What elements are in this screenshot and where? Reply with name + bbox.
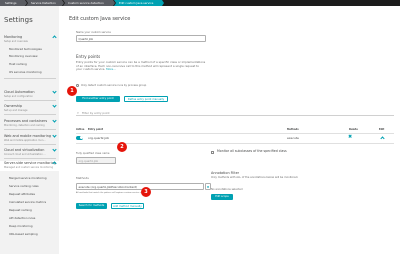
- sidebar-group-sub: Connect cloud and virtualization ...: [4, 152, 46, 156]
- sidebar-item-merged-service[interactable]: Merged service monitoring: [9, 176, 47, 180]
- sidebar-item-api-detection[interactable]: API detection rules: [9, 216, 35, 220]
- find-entry-point-button[interactable]: Find another entry point: [76, 96, 120, 102]
- sidebar-group-sub: Managed and custom service monitoring: [4, 165, 53, 169]
- sidebar-group-sub: Setup and overview: [4, 39, 28, 43]
- service-name-input[interactable]: Quartz Job: [76, 35, 206, 42]
- methods-label: Methods: [76, 176, 89, 180]
- col-methods: Methods: [287, 128, 299, 131]
- active-toggle[interactable]: [76, 136, 83, 140]
- annotation-filter-description: Only methods with ALL of the annotations…: [211, 176, 299, 179]
- row-methods: execute: [287, 136, 299, 140]
- page-title: Edit custom Java service: [69, 16, 131, 22]
- sidebar-item-host-naming[interactable]: Host naming: [9, 62, 27, 66]
- sidebar-group-label: Web and mobile monitoring: [4, 134, 52, 138]
- entry-points-description: Entry points for your custom service can…: [76, 60, 276, 72]
- sidebar-group-ownership[interactable]: Ownership Set up and manage: [4, 103, 57, 112]
- sidebar-group-sub: Monitoring, detection and naming: [4, 123, 45, 127]
- define-entry-point-button[interactable]: Define entry point manually: [124, 96, 168, 102]
- sidebar-item-calculated-metrics[interactable]: Calculated service metrics: [9, 200, 46, 204]
- sidebar-item-url-sampling[interactable]: URL-based sampling: [9, 232, 38, 236]
- process-group-label: Only detect custom service runs by proce…: [81, 84, 147, 87]
- filter-placeholder: Filter by entry point: [82, 111, 110, 115]
- fq-class-label: Fully qualified class name: [76, 152, 110, 155]
- sidebar-item-os-services[interactable]: OS services monitoring: [9, 70, 42, 74]
- sidebar-group-web-mobile[interactable]: Web and mobile monitoring Web and mobile…: [4, 133, 57, 142]
- col-active: Active: [76, 128, 85, 131]
- sidebar-item-request-attributes[interactable]: Request attributes: [9, 192, 35, 196]
- chevron-up-icon[interactable]: [380, 136, 385, 141]
- col-edit: Edit: [379, 128, 385, 131]
- entry-desc-text: your custom service.: [76, 67, 106, 72]
- sidebar-group-label: Monitoring: [4, 35, 23, 39]
- sidebar-item-request-naming[interactable]: Request naming: [9, 208, 32, 212]
- sidebar-item-monitored-technologies[interactable]: Monitored technologies: [9, 47, 42, 51]
- sidebar-group-monitoring[interactable]: Monitoring Setup and overview: [4, 35, 57, 43]
- sidebar-item-service-naming[interactable]: Service naming rules: [9, 184, 39, 188]
- sidebar-group-server-side[interactable]: Server-side service monitoring Managed a…: [0, 161, 59, 171]
- settings-sidebar: Settings Monitoring Setup and overview M…: [0, 6, 59, 254]
- sidebar-item-deep-monitoring[interactable]: Deep monitoring: [9, 224, 33, 228]
- service-name-label: Name your custom service: [76, 31, 111, 34]
- sidebar-group-label: Server-side service monitoring: [4, 161, 56, 165]
- method-note: All methods that match the pattern will …: [76, 192, 146, 194]
- sidebar-group-label: Cloud and virtualization: [4, 148, 45, 152]
- annotation-filter-title: Annotation Filter: [211, 171, 240, 175]
- search-methods-button[interactable]: Search for methods: [76, 203, 107, 209]
- fq-class-input[interactable]: org.quartz.Job: [76, 157, 116, 164]
- row-entry-point: org.quartz.Job: [88, 136, 110, 140]
- method-input[interactable]: execute (org.quartz.JobExecutionContext): [76, 183, 204, 190]
- sidebar-group-processes[interactable]: Processes and containers Monitoring, det…: [4, 118, 57, 127]
- entry-desc-line: your custom service. More...: [76, 67, 276, 72]
- col-delete: Delete: [349, 128, 358, 131]
- process-group-radio[interactable]: [76, 84, 79, 87]
- main-panel: Edit custom Java service Name your custo…: [59, 6, 400, 254]
- entry-points-title: Entry points: [76, 54, 101, 59]
- sidebar-title: Settings: [4, 16, 33, 24]
- sidebar-group-sub: Set up and manage: [4, 108, 28, 112]
- sidebar-group-cloud-automation[interactable]: Cloud Automation Setup and configuration: [4, 89, 57, 98]
- delete-icon[interactable]: ✖: [348, 134, 352, 140]
- filter-icon: ▿: [77, 111, 79, 115]
- sidebar-group-cloud-virtualization[interactable]: Cloud and virtualization Connect cloud a…: [4, 147, 57, 156]
- annotation-none-text: No annotations selected: [211, 188, 243, 191]
- more-link[interactable]: More...: [106, 67, 116, 71]
- sidebar-group-label: Cloud Automation: [4, 90, 35, 94]
- col-entry-point: Entry point: [88, 128, 104, 131]
- entry-point-filter[interactable]: Filter by entry point: [76, 110, 394, 116]
- monitor-subclasses-checkbox[interactable]: [211, 151, 214, 154]
- edit-scope-button[interactable]: Edit scope: [211, 194, 233, 200]
- add-method-button[interactable]: Add method manually: [111, 203, 144, 209]
- sidebar-group-sub: Setup and configuration: [4, 94, 33, 98]
- step-marker-3: 3: [141, 187, 151, 197]
- sidebar-group-label: Ownership: [4, 104, 23, 108]
- step-marker-2: 2: [117, 142, 127, 152]
- sidebar-group-label: Processes and containers: [4, 119, 48, 123]
- monitor-subclasses-label: Monitor all subclasses of the specified …: [217, 149, 287, 153]
- sidebar-group-sub: Web and mobile application mon...: [4, 138, 46, 142]
- sidebar-item-monitoring-overview[interactable]: Monitoring overview: [9, 54, 38, 58]
- step-marker-1: 1: [67, 86, 77, 96]
